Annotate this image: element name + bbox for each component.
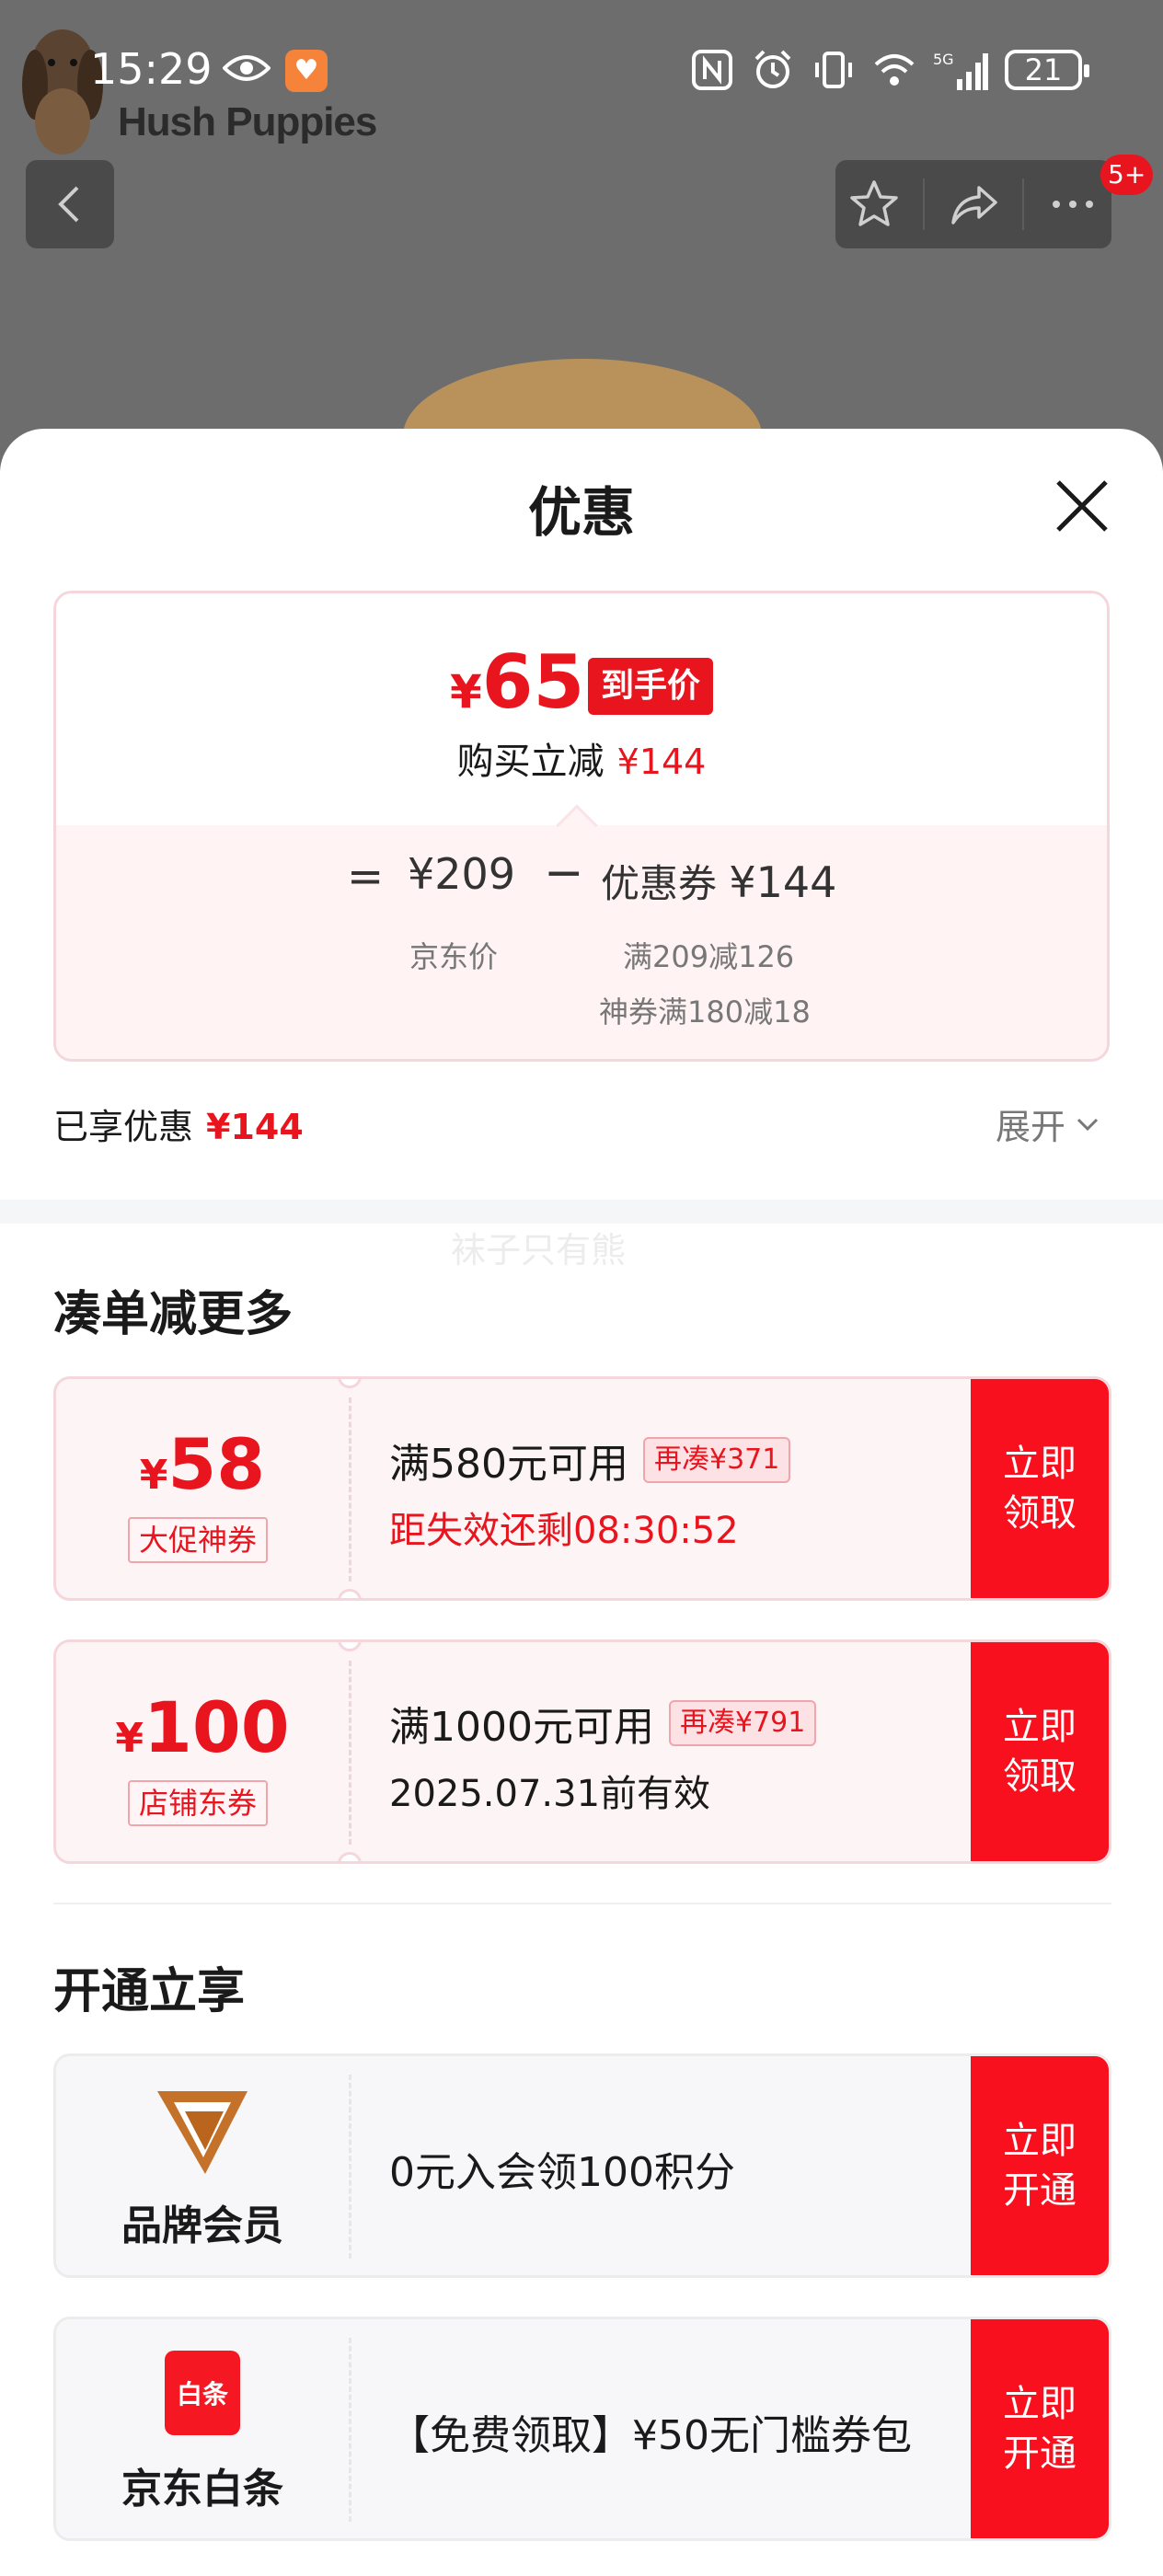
final-price-tag: 到手价 — [588, 658, 714, 715]
section-title-more: 凑单减更多 — [53, 1287, 294, 1342]
section-divider — [0, 1200, 1163, 1224]
notification-badge: 5+ — [1100, 155, 1154, 195]
eye-icon — [223, 55, 271, 81]
more-dots-icon — [1052, 201, 1093, 208]
member-description: 0元入会领100积分 — [389, 2149, 735, 2196]
coupon-detail: 神券满180减18 — [599, 995, 811, 1029]
member-description: 【免费领取】¥50无门槛券包 — [389, 2412, 912, 2459]
share-icon — [951, 186, 997, 224]
vibrate-icon — [815, 52, 852, 88]
battery-icon: 21 — [1005, 50, 1089, 90]
open-baitiao-button[interactable]: 立即 开通 — [971, 2319, 1109, 2538]
close-icon — [1056, 480, 1108, 532]
final-price: ¥65 — [450, 639, 585, 725]
coupon-amount: ¥100 — [115, 1686, 290, 1768]
product-page-background: Hush Puppies 15:29 ♥ 5G 21 5+ — [0, 0, 1163, 478]
nfc-icon — [692, 50, 732, 90]
enjoyed-discount: 已享优惠 ¥144 — [53, 1107, 304, 1147]
app-notification-icon: ♥ — [285, 50, 328, 92]
claim-coupon-button[interactable]: 立即 领取 — [971, 1379, 1109, 1598]
membership-card: 白条 京东白条 【免费领取】¥50无门槛券包 立即 开通 — [53, 2317, 1111, 2541]
expand-label: 展开 — [996, 1107, 1066, 1147]
share-button[interactable] — [944, 175, 1003, 234]
favorite-button[interactable] — [845, 175, 904, 234]
equals-sign: = — [347, 851, 385, 903]
status-bar: 15:29 ♥ 5G 21 — [0, 44, 1163, 103]
jd-price-label: 京东价 — [409, 939, 499, 974]
discount-sheet: 优惠 ¥65 到手价 购买立减 ¥144 = ¥209 − 优惠券 ¥144 京东… — [0, 429, 1163, 2576]
watermark: 袜子只有熊 — [451, 1230, 627, 1271]
chevron-left-icon — [58, 186, 79, 223]
baitiao-logo-icon: 白条 — [165, 2351, 240, 2435]
close-button[interactable] — [1053, 477, 1111, 535]
sheet-title: 优惠 — [527, 481, 635, 544]
coupon-type-tag: 大促神券 — [128, 1517, 269, 1563]
coupon-detail: 满209减126 — [623, 939, 795, 974]
wifi-icon — [874, 54, 915, 86]
divider — [53, 1903, 1111, 1904]
price-summary-card: ¥65 到手价 购买立减 ¥144 = ¥209 − 优惠券 ¥144 京东价 满… — [53, 591, 1110, 1062]
chevron-down-icon — [1077, 1118, 1099, 1131]
alarm-icon — [754, 50, 791, 88]
expand-button[interactable]: 展开 — [996, 1098, 1100, 1149]
jd-price: ¥209 — [408, 849, 516, 899]
coupon-condition: 满580元可用 再凑¥371 — [389, 1431, 791, 1489]
coupon-total: 优惠券 ¥144 — [601, 857, 837, 907]
brand-logo-text: Hush Puppies — [118, 99, 377, 144]
star-icon — [850, 180, 899, 226]
brand-member-logo-icon — [157, 2091, 248, 2174]
more-button[interactable] — [1043, 175, 1102, 234]
coupon-condition: 满1000元可用 再凑¥791 — [389, 1694, 817, 1753]
coupon-amount: ¥58 — [139, 1423, 266, 1505]
membership-card: 品牌会员 0元入会领100积分 立即 开通 — [53, 2053, 1111, 2278]
section-title-open: 开通立享 — [53, 1964, 246, 2019]
add-more-tag: 再凑¥791 — [668, 1700, 817, 1746]
coupon-type-tag: 店铺东券 — [128, 1780, 269, 1826]
status-time: 15:29 — [90, 44, 213, 94]
claim-coupon-button[interactable]: 立即 领取 — [971, 1642, 1109, 1861]
purchase-reduction: 购买立减 ¥144 — [456, 741, 707, 783]
5g-signal-icon: 5G — [933, 51, 988, 90]
member-name: 品牌会员 — [121, 2202, 283, 2249]
coupon-card: ¥100 店铺东券 满1000元可用 再凑¥791 2025.07.31前有效 … — [53, 1639, 1111, 1864]
member-name: 京东白条 — [121, 2466, 283, 2513]
coupon-card: ¥58 大促神券 满580元可用 再凑¥371 距失效还剩08:30:52 立即… — [53, 1376, 1111, 1601]
svg-text:5G: 5G — [933, 51, 954, 68]
add-more-tag: 再凑¥371 — [642, 1437, 791, 1483]
back-button[interactable] — [26, 160, 114, 248]
top-action-group — [835, 160, 1111, 248]
open-membership-button[interactable]: 立即 开通 — [971, 2056, 1109, 2275]
coupon-validity: 2025.07.31前有效 — [389, 1773, 711, 1815]
coupon-countdown: 距失效还剩08:30:52 — [389, 1510, 739, 1552]
minus-sign: − — [544, 845, 584, 901]
